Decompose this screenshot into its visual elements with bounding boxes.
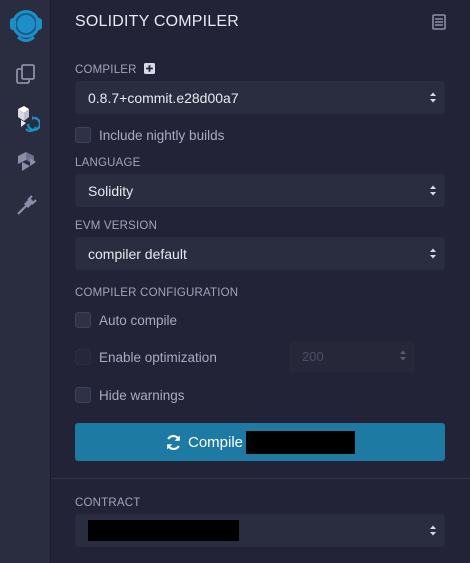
redacted-contract-name <box>88 520 239 541</box>
auto-compile-label: Auto compile <box>99 312 178 328</box>
compiler-version-select[interactable]: 0.8.7+commit.e28d00a7 <box>75 81 445 114</box>
deploy-run-icon[interactable] <box>0 142 51 182</box>
hide-warnings-checkbox[interactable] <box>75 387 91 403</box>
auto-compile-checkbox[interactable] <box>75 312 91 328</box>
chevron-updown-icon <box>429 247 437 263</box>
nightly-builds-label: Include nightly builds <box>99 127 225 143</box>
hide-warnings-row[interactable]: Hide warnings <box>75 386 185 404</box>
evm-version-select[interactable]: compiler default <box>75 237 445 270</box>
solidity-compiler-icon[interactable] <box>0 100 51 140</box>
enable-optimization-checkbox[interactable] <box>75 349 91 365</box>
remix-logo-icon[interactable] <box>0 2 51 46</box>
plugin-manager-icon[interactable] <box>0 186 51 226</box>
refresh-icon <box>165 434 182 451</box>
language-label: LANGUAGE <box>75 157 141 169</box>
icon-panel <box>0 0 51 563</box>
stepper-icon[interactable] <box>399 349 407 365</box>
add-compiler-icon[interactable] <box>144 63 156 77</box>
compile-button[interactable]: Compile <box>75 423 445 461</box>
nightly-builds-checkbox[interactable] <box>75 127 91 143</box>
enable-optimization-label: Enable optimization <box>99 349 217 365</box>
language-select[interactable]: Solidity <box>75 174 445 207</box>
language-value: Solidity <box>88 182 134 199</box>
compiler-version-value: 0.8.7+commit.e28d00a7 <box>88 89 239 106</box>
chevron-updown-icon <box>429 524 437 540</box>
documentation-icon[interactable] <box>432 14 446 35</box>
compiler-panel: SOLIDITY COMPILER COMPILER 0.8.7+commit.… <box>51 0 470 563</box>
redacted-filename <box>246 430 356 454</box>
panel-title: SOLIDITY COMPILER <box>75 13 240 30</box>
compiler-configuration-label: COMPILER CONFIGURATION <box>75 287 239 299</box>
chevron-updown-icon <box>429 184 437 200</box>
optimization-runs-value: 200 <box>302 349 324 364</box>
hide-warnings-label: Hide warnings <box>99 387 185 403</box>
contract-select[interactable] <box>75 514 445 547</box>
compiler-label-text: COMPILER <box>75 64 137 77</box>
evm-version-value: compiler default <box>88 245 187 262</box>
enable-optimization-row[interactable]: Enable optimization <box>75 348 217 366</box>
section-divider <box>51 478 470 479</box>
file-explorer-icon[interactable] <box>0 54 51 94</box>
nightly-builds-row[interactable]: Include nightly builds <box>75 126 224 144</box>
evm-version-label: EVM VERSION <box>75 220 158 232</box>
chevron-updown-icon <box>429 91 437 107</box>
compiler-label: COMPILER <box>75 63 156 77</box>
contract-label: CONTRACT <box>75 497 141 509</box>
optimization-runs-input[interactable]: 200 <box>289 341 415 372</box>
compile-button-label: Compile <box>187 433 244 451</box>
auto-compile-row[interactable]: Auto compile <box>75 311 177 329</box>
